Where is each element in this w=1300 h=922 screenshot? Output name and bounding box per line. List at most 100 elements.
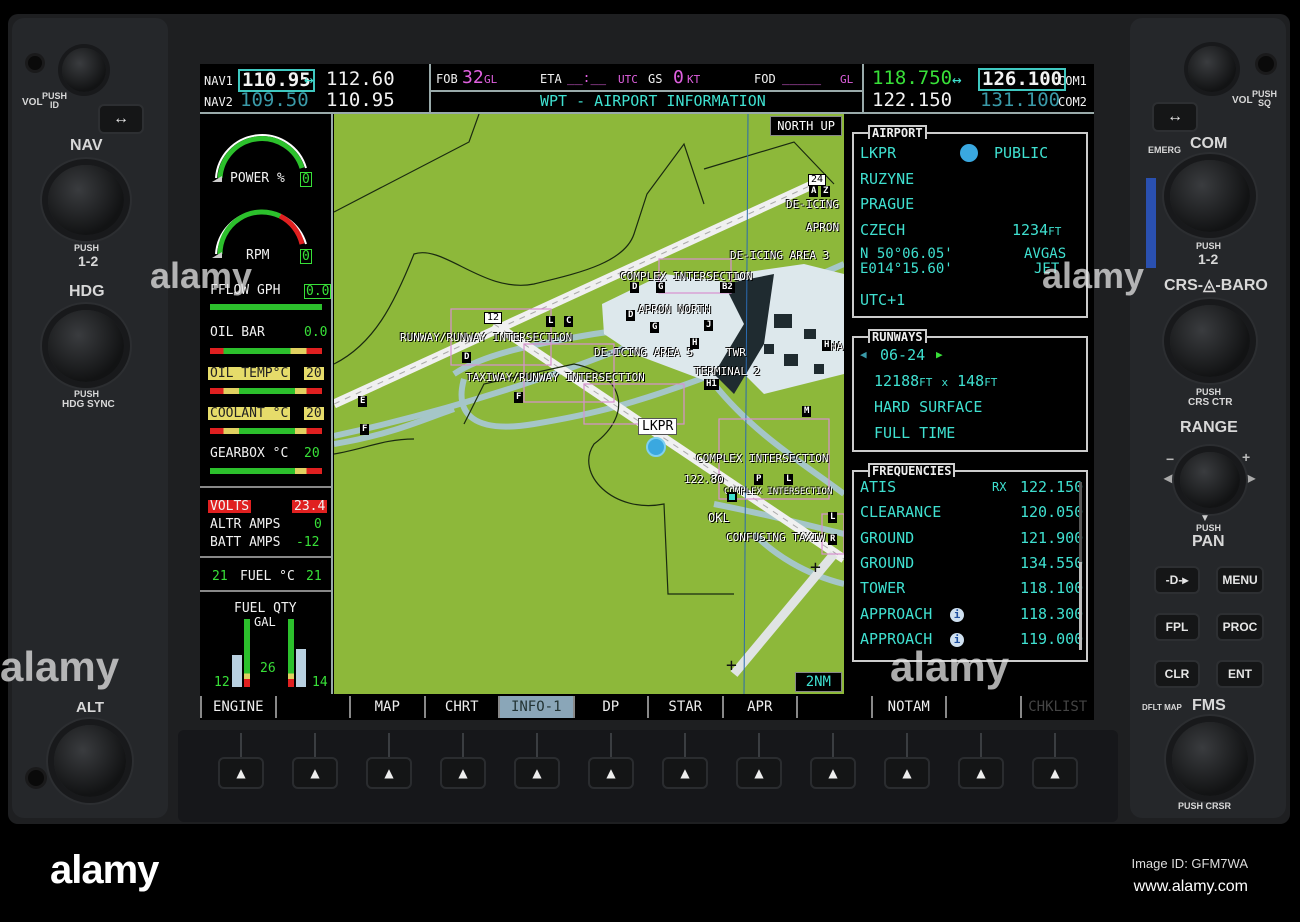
taxiway-marker: H1 xyxy=(704,379,719,390)
softkey-star[interactable]: STAR xyxy=(647,696,722,718)
range-pan-joystick[interactable] xyxy=(1180,452,1240,508)
menu-button[interactable]: MENU xyxy=(1216,566,1264,594)
up-triangle-icon: ▲ xyxy=(384,766,394,780)
softkey-hw-button-7[interactable]: ▲ xyxy=(662,757,708,789)
softkey-notam[interactable]: NOTAM xyxy=(870,696,946,718)
alt-knob[interactable] xyxy=(54,725,126,797)
proc-button[interactable]: PROC xyxy=(1216,613,1264,641)
softkey-hw-button-8[interactable]: ▲ xyxy=(736,757,782,789)
airport-map[interactable]: NORTH UP 24 12 DE-ICING APRON DE-ICING A… xyxy=(334,114,844,694)
softkey-hw-button-2[interactable]: ▲ xyxy=(292,757,338,789)
map-orientation-label[interactable]: NORTH UP xyxy=(770,116,842,136)
softkey-dp[interactable]: DP xyxy=(572,696,648,718)
airport-city: PRAGUE xyxy=(860,195,915,213)
frequency-value[interactable]: 134.550 xyxy=(1020,554,1083,572)
softkey-hw-button-1[interactable]: ▲ xyxy=(218,757,264,789)
divider xyxy=(200,556,331,558)
altr-amps-value: 0 xyxy=(314,517,322,532)
softkey-hw-button-3[interactable]: ▲ xyxy=(366,757,412,789)
sd-card-slot[interactable] xyxy=(1146,178,1156,268)
airport-section-title: AIRPORT xyxy=(868,125,927,139)
frequency-value[interactable]: 119.000 xyxy=(1020,630,1083,648)
softkey-blank-10 xyxy=(945,696,1020,718)
crs-baro-knob[interactable] xyxy=(1170,305,1250,377)
frequencies-section-title: FREQUENCIES xyxy=(868,463,956,477)
fpl-button[interactable]: FPL xyxy=(1154,613,1200,641)
softkey-engine[interactable]: ENGINE xyxy=(200,696,275,718)
alamy-logo: alamy xyxy=(50,848,159,892)
pan-left-icon: ◀ xyxy=(1164,471,1174,485)
com1-active-freq[interactable]: 118.750 xyxy=(872,69,952,88)
softkey-hw-button-5[interactable]: ▲ xyxy=(514,757,560,789)
nav2-standby-freq[interactable]: 110.95 xyxy=(326,91,395,110)
taxiway-marker: C xyxy=(564,316,574,327)
direct-to-button[interactable]: -D-▸ xyxy=(1154,566,1200,594)
airport-symbol-icon[interactable] xyxy=(646,437,666,457)
softkey-hw-button-4[interactable]: ▲ xyxy=(440,757,486,789)
hdg-sync-label: HDG SYNC xyxy=(62,399,115,410)
up-triangle-icon: ▲ xyxy=(1050,766,1060,780)
com1-standby-freq[interactable]: 126.100 xyxy=(978,68,1067,91)
com-vol-label: VOL xyxy=(1232,95,1253,106)
frequencies-scroll-thumb[interactable] xyxy=(1079,562,1082,650)
fuel-total-value: 26 xyxy=(260,661,276,676)
up-triangle-icon: ▲ xyxy=(976,766,986,780)
power-value: 0 xyxy=(300,172,312,187)
com-1-2-label: 1-2 xyxy=(1198,251,1219,267)
softkey-hw-button-6[interactable]: ▲ xyxy=(588,757,634,789)
push-label: PUSH xyxy=(74,243,100,253)
nav2-label: NAV2 xyxy=(204,95,233,109)
frequency-value[interactable]: 122.150 xyxy=(1020,478,1083,496)
nav1-standby-freq[interactable]: 112.60 xyxy=(326,70,395,89)
softkey-hw-button-9[interactable]: ▲ xyxy=(810,757,856,789)
taxiway-marker: F xyxy=(514,392,524,403)
com-label: COM xyxy=(1190,135,1228,152)
map-label-twr: TWR xyxy=(726,346,746,359)
softkey-hw-button-12[interactable]: ▲ xyxy=(1032,757,1078,789)
frequency-value[interactable]: 120.050 xyxy=(1020,503,1083,521)
runways-section-title: RUNWAYS xyxy=(868,329,927,343)
info-icon[interactable]: i xyxy=(950,607,964,622)
taxiway-marker: F xyxy=(360,424,370,435)
map-range-label[interactable]: 2NM xyxy=(794,672,842,692)
softkey-info-1[interactable]: INFO-1 xyxy=(498,696,573,718)
com-swap-button[interactable]: ↔ xyxy=(1152,102,1198,132)
airport-info-panel: AIRPORT LKPR PUBLIC RUZYNE PRAGUE CZECH … xyxy=(846,114,1094,694)
com-swap-icon: ↔ xyxy=(952,70,962,89)
softkey-chklist[interactable]: CHKLIST xyxy=(1019,696,1095,718)
frequency-value[interactable]: 118.300 xyxy=(1020,605,1083,623)
fms-knob[interactable] xyxy=(1172,722,1248,796)
com-push-label: PUSH xyxy=(1196,241,1222,251)
softkey-apr[interactable]: APR xyxy=(721,696,797,718)
nav-vol-knob[interactable] xyxy=(62,48,106,92)
com2-active-freq[interactable]: 122.150 xyxy=(872,91,952,110)
softkey-hw-button-11[interactable]: ▲ xyxy=(958,757,1004,789)
nav-swap-button[interactable]: ↔ xyxy=(98,104,144,134)
clr-button[interactable]: CLR xyxy=(1154,660,1200,688)
softkey-hw-button-10[interactable]: ▲ xyxy=(884,757,930,789)
nav-knob[interactable] xyxy=(48,165,124,235)
crs-push-label: PUSH xyxy=(1196,387,1222,397)
divider xyxy=(200,590,331,592)
hdg-knob[interactable] xyxy=(48,310,124,382)
map-label-terminal-2: TERMINAL 2 xyxy=(694,365,761,378)
softkey-map[interactable]: MAP xyxy=(349,696,424,718)
runway-next-icon[interactable]: ▶ xyxy=(936,348,1078,361)
nav2-active-freq[interactable]: 109.50 xyxy=(240,91,309,110)
frequency-value[interactable]: 121.900 xyxy=(1020,529,1083,547)
map-label-confusing: CONFUSING TAXIW xyxy=(726,531,826,544)
ent-button[interactable]: ENT xyxy=(1216,660,1264,688)
com-vol-knob[interactable] xyxy=(1188,46,1236,92)
com2-standby-freq[interactable]: 131.100 xyxy=(980,91,1060,110)
oil-temp-value: 20 xyxy=(304,366,324,381)
fms-label: FMS xyxy=(1192,697,1226,714)
softkey-chrt[interactable]: CHRT xyxy=(423,696,499,718)
airport-map-label: LKPR xyxy=(638,418,678,435)
push-hdg-label: PUSH xyxy=(74,389,100,399)
up-triangle-icon: ▲ xyxy=(310,766,320,780)
volts-label: VOLTS xyxy=(208,499,252,514)
frequency-value[interactable]: 118.100 xyxy=(1020,579,1083,597)
com-knob[interactable] xyxy=(1170,160,1250,232)
eta-label: ETA xyxy=(540,72,562,86)
airport-usage: PUBLIC xyxy=(994,144,1049,162)
